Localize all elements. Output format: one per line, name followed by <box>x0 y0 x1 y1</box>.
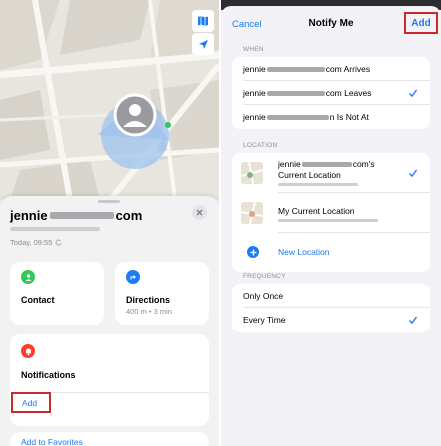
map-icon <box>198 16 208 26</box>
frequency-option-every-time[interactable]: Every Time <box>232 308 430 332</box>
redacted-address <box>278 219 378 222</box>
notify-me-sheet: Cancel Notify Me Add WHEN jennie com Arr… <box>221 6 441 446</box>
map-thumbnail <box>241 162 263 184</box>
checkmark-icon <box>409 169 418 178</box>
checkmark-icon <box>409 89 418 98</box>
map-type-button[interactable] <box>192 10 214 32</box>
redacted-email <box>266 114 329 120</box>
notifications-label: Notifications <box>21 370 76 380</box>
location-arrow-icon <box>198 39 208 49</box>
redacted-address <box>278 183 358 186</box>
plus-icon <box>247 246 259 258</box>
frequency-option-once[interactable]: Only Once <box>232 284 430 308</box>
add-notification-label: Add <box>22 397 38 408</box>
person-detail-sheet: jennie com Today, 09:55 Contact Directio… <box>0 196 219 446</box>
frequency-options: Only Once Every Time <box>232 284 430 332</box>
directions-label: Directions <box>126 295 171 305</box>
when-option-arrives[interactable]: jennie com Arrives <box>232 57 430 81</box>
contact-label: Contact <box>21 295 55 305</box>
option-label: Only Once <box>243 291 284 301</box>
option-label: Every Time <box>243 315 286 325</box>
location-person-line1: jennie com's <box>278 159 375 169</box>
location-section-header: LOCATION <box>243 142 278 149</box>
location-option-my-location[interactable]: My Current Location <box>232 193 430 233</box>
bell-icon <box>21 344 35 358</box>
last-seen-row: Today, 09:55 <box>10 238 62 247</box>
location-option-person[interactable]: jennie com's Current Location <box>232 153 430 193</box>
when-section-header: WHEN <box>243 46 264 53</box>
my-location-label: My Current Location <box>278 206 355 216</box>
option-label: com Leaves <box>325 88 372 98</box>
when-option-leaves[interactable]: jennie com Leaves <box>232 81 430 105</box>
redacted-email <box>266 66 325 72</box>
close-button[interactable] <box>192 205 207 220</box>
map-thumbnail <box>241 202 263 224</box>
close-icon <box>196 209 203 216</box>
option-name-end: com's <box>352 159 375 169</box>
checkmark-icon <box>409 316 418 325</box>
redacted-address <box>10 227 100 231</box>
directions-card[interactable]: Directions 400 m • 3 min <box>115 262 209 325</box>
refresh-icon <box>55 239 62 246</box>
find-my-person-panel: jennie com Today, 09:55 Contact Directio… <box>0 0 219 446</box>
contact-name: jennie com <box>10 208 142 223</box>
person-location-marker[interactable] <box>90 85 190 185</box>
contact-name-end: com <box>115 208 143 223</box>
when-option-not-at[interactable]: jennie n Is Not At <box>232 105 430 129</box>
contact-name-start: jennie <box>10 208 48 223</box>
redacted-email <box>49 212 114 219</box>
contact-card[interactable]: Contact <box>10 262 104 325</box>
directions-icon <box>126 270 140 284</box>
add-notification-button[interactable]: Add <box>11 392 51 413</box>
location-person-line2: Current Location <box>278 170 341 180</box>
current-location-button[interactable] <box>192 33 214 55</box>
option-name-start: jennie <box>243 64 266 74</box>
add-button-label: Add <box>411 17 431 29</box>
location-options: jennie com's Current Location My Current… <box>232 153 430 272</box>
option-name-start: jennie <box>243 88 266 98</box>
redacted-email <box>266 90 325 96</box>
new-location-label: New Location <box>278 247 330 257</box>
notify-me-panel: Cancel Notify Me Add WHEN jennie com Arr… <box>221 0 441 446</box>
sheet-grabber[interactable] <box>98 200 120 203</box>
map-view[interactable] <box>0 0 219 200</box>
new-location-option[interactable]: New Location <box>232 233 430 272</box>
redacted-email <box>301 161 352 167</box>
frequency-section-header: FREQUENCY <box>243 273 286 280</box>
when-options: jennie com Arrives jennie com Leaves jen… <box>232 57 430 129</box>
add-to-favorites-link[interactable]: Add to Favorites <box>21 437 83 446</box>
contact-icon <box>21 270 35 284</box>
last-seen-text: Today, 09:55 <box>10 238 53 247</box>
option-label: n Is Not At <box>329 112 369 122</box>
option-name-start: jennie <box>243 112 266 122</box>
option-name-start: jennie <box>278 159 301 169</box>
option-label: com Arrives <box>325 64 371 74</box>
favorites-card[interactable]: Add to Favorites <box>10 432 209 446</box>
add-button[interactable]: Add <box>404 12 438 34</box>
directions-detail: 400 m • 3 min <box>126 307 172 316</box>
